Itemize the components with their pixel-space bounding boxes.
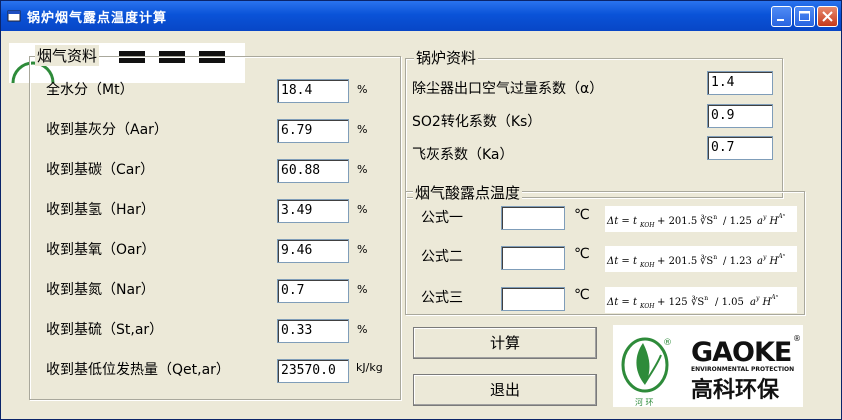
formula-1-coef: 201.5 <box>669 216 698 227</box>
logo-badge-text: 河 环 <box>635 397 654 407</box>
formula-2-image: Δt = t KOH + 201.5 ∛Sn / 1.23 ay HAⁿ <box>605 246 797 272</box>
exit-button[interactable]: 退出 <box>413 374 597 406</box>
close-icon <box>822 11 833 22</box>
sulfur-input[interactable]: 0.33 <box>277 319 349 343</box>
svg-text:∛Sn: ∛Sn <box>691 295 708 308</box>
window-title: 锅炉烟气露点温度计算 <box>27 11 168 26</box>
svg-text:KOH: KOH <box>639 303 655 310</box>
formula-3-denom: 1.05 <box>722 297 744 308</box>
maximize-icon <box>799 11 810 21</box>
unit-hydrogen: % <box>357 203 368 216</box>
svg-text:+ 201.5: + 201.5 <box>657 256 697 267</box>
unit-ash: % <box>357 123 368 136</box>
unit-carbon: % <box>357 163 368 176</box>
close-button[interactable] <box>817 6 838 27</box>
svg-text:KOH: KOH <box>639 222 655 229</box>
svg-text:/ 1.23: / 1.23 <box>723 256 752 267</box>
client-area: 烟气资料 全水分（Mt） 18.4 % 收到基灰分（Aar） 6.79 % 收到… <box>1 31 841 419</box>
main-window: 锅炉烟气露点温度计算 烟气资料 全水分（Mt） 18.4 % 收到基灰分（Aar… <box>0 0 842 420</box>
label-hydrogen: 收到基氢（Har） <box>46 202 155 218</box>
svg-text:∛Sn: ∛Sn <box>700 254 717 267</box>
logo-image: ® GAOKE ® ENVIRONMENTAL PROTECTION 高科环保 … <box>621 334 801 407</box>
label-carbon: 收到基碳（Car） <box>46 162 155 178</box>
logo-registered-left: ® <box>663 338 672 348</box>
boiler-legend: 锅炉资料 <box>414 47 479 68</box>
label-formula-2: 公式二 <box>421 249 463 265</box>
formula-3-coef: 125 <box>669 297 688 308</box>
svg-text:ay HAⁿ: ay HAⁿ <box>757 253 786 267</box>
svg-text:Δt = t: Δt = t <box>606 216 638 227</box>
unit-moisture: % <box>357 83 368 96</box>
label-nitrogen: 收到基氮（Nar） <box>46 282 155 298</box>
label-oxygen: 收到基氧（Oar） <box>46 242 156 258</box>
calculate-button[interactable]: 计算 <box>413 327 597 359</box>
minimize-icon <box>777 19 784 21</box>
formula-1-image: Δt = t KOH + 201.5 ∛Sn / 1.25 ay HAⁿ <box>605 206 797 232</box>
formula-2-result[interactable] <box>501 246 565 270</box>
label-so2-conversion: SO2转化系数（Ks） <box>412 114 542 130</box>
svg-text:ay HAⁿ: ay HAⁿ <box>750 294 779 308</box>
svg-text:/ 1.05: / 1.05 <box>715 297 744 308</box>
label-ash: 收到基灰分（Aar） <box>46 122 168 138</box>
fly-ash-input[interactable]: 0.7 <box>707 136 773 160</box>
formula-2-coef: 201.5 <box>669 256 698 267</box>
company-logo: ® GAOKE ® ENVIRONMENTAL PROTECTION 高科环保 … <box>613 325 803 407</box>
label-moisture: 全水分（Mt） <box>46 82 134 98</box>
label-excess-air: 除尘器出口空气过量系数（α） <box>412 81 604 97</box>
label-formula-3: 公式三 <box>421 290 463 306</box>
svg-text:∛Sn: ∛Sn <box>700 214 717 227</box>
unit-sulfur: % <box>357 323 368 336</box>
label-fly-ash: 飞灰系数（Ka） <box>412 147 514 163</box>
minimize-button[interactable] <box>771 6 792 27</box>
flue-gas-legend: 烟气资料 <box>35 45 100 66</box>
heating-value-input[interactable]: 23570.0 <box>277 359 349 383</box>
logo-brand-latin: GAOKE <box>691 337 791 368</box>
logo-brand-cn: 高科环保 <box>691 377 780 403</box>
formula-1-result[interactable] <box>501 206 565 230</box>
unit-nitrogen: % <box>357 283 368 296</box>
flue-gas-group <box>29 56 401 400</box>
unit-formula-3: ℃ <box>574 287 590 303</box>
app-icon <box>7 10 21 22</box>
svg-text:ay HAⁿ: ay HAⁿ <box>757 213 786 227</box>
ash-input[interactable]: 6.79 <box>277 119 349 143</box>
so2-conversion-input[interactable]: 0.9 <box>707 104 773 128</box>
carbon-input[interactable]: 60.88 <box>277 159 349 183</box>
logo-registered-right: ® <box>793 334 801 343</box>
unit-oxygen: % <box>357 243 368 256</box>
dew-point-legend: 烟气酸露点温度 <box>413 182 523 203</box>
svg-text:+ 201.5: + 201.5 <box>657 216 697 227</box>
oxygen-input[interactable]: 9.46 <box>277 239 349 263</box>
excess-air-input[interactable]: 1.4 <box>707 71 773 95</box>
label-heating-value: 收到基低位发热量（Qet,ar） <box>46 362 230 378</box>
title-bar[interactable]: 锅炉烟气露点温度计算 <box>1 1 841 31</box>
formula-1-denom: 1.25 <box>730 216 752 227</box>
logo-brand-sub: ENVIRONMENTAL PROTECTION <box>691 366 794 373</box>
svg-text:Δt = t: Δt = t <box>606 297 638 308</box>
svg-text:KOH: KOH <box>639 262 655 269</box>
nitrogen-input[interactable]: 0.7 <box>277 279 349 303</box>
label-formula-1: 公式一 <box>421 210 463 226</box>
formula-3-image: Δt = t KOH + 125 ∛Sn / 1.05 ay HAⁿ <box>605 287 797 313</box>
unit-formula-1: ℃ <box>574 207 590 223</box>
maximize-button[interactable] <box>794 6 815 27</box>
unit-heating-value: kJ/kg <box>356 361 383 374</box>
svg-text:+ 125: + 125 <box>657 297 688 308</box>
moisture-input[interactable]: 18.4 <box>277 79 349 103</box>
svg-text:/ 1.25: / 1.25 <box>723 216 752 227</box>
unit-formula-2: ℃ <box>574 246 590 262</box>
formula-3-result[interactable] <box>501 287 565 311</box>
label-sulfur: 收到基硫（St,ar） <box>46 322 164 338</box>
hydrogen-input[interactable]: 3.49 <box>277 199 349 223</box>
formula-2-denom: 1.23 <box>730 256 752 267</box>
svg-text:Δt = t: Δt = t <box>606 256 638 267</box>
